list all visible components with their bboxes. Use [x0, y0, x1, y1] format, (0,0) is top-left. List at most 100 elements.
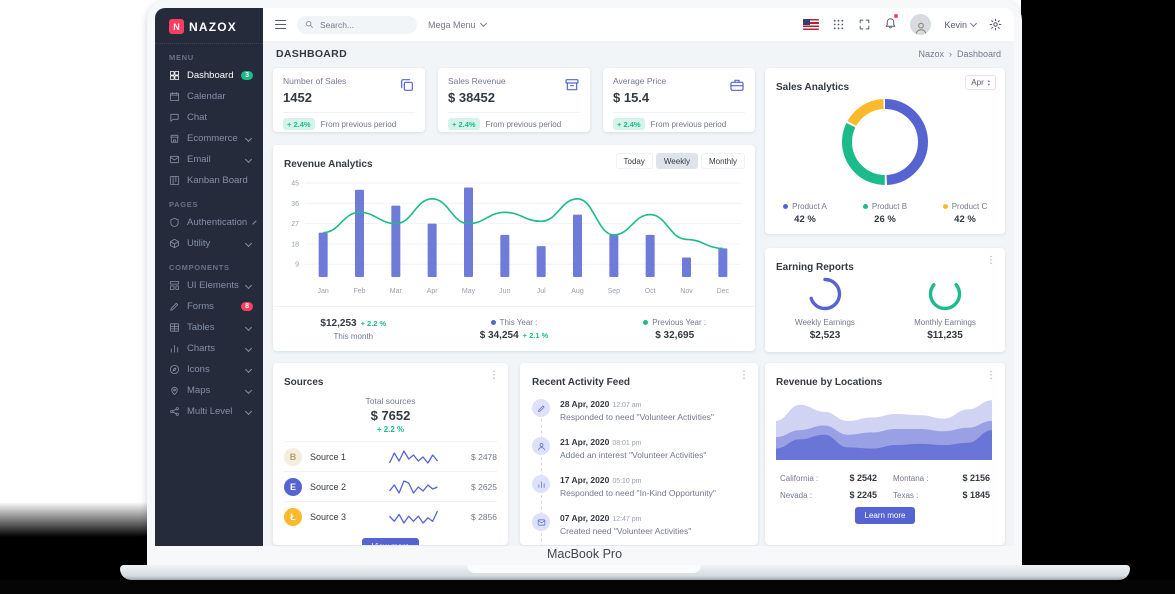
location-stat-california-: California :$ 2542 — [780, 473, 877, 483]
revenue-summary-item: $12,253+ 2.2 %This month — [273, 307, 434, 351]
background-bottom-shadow — [0, 580, 1175, 594]
stat-card-note: From previous period — [651, 120, 727, 129]
source-row-source-2[interactable]: ESource 2$ 2625 — [284, 471, 497, 501]
activity-time: 08:01 pm — [612, 440, 641, 447]
legend-label: Product C — [952, 202, 988, 211]
utility-box-icon — [169, 238, 180, 249]
svg-text:Sep: Sep — [608, 288, 621, 295]
sidebar-item-ui-elements[interactable]: UI Elements — [155, 275, 263, 296]
sidebar-item-utility[interactable]: Utility — [155, 233, 263, 254]
sidebar-item-calendar[interactable]: Calendar — [155, 86, 263, 107]
svg-text:Dec: Dec — [717, 288, 730, 295]
chevron-down-icon — [245, 366, 252, 373]
recent-activity-card: Recent Activity Feed 28 Apr, 202012:07 a… — [520, 363, 758, 545]
multi-level-share-icon — [169, 406, 180, 417]
range-button-weekly[interactable]: Weekly — [656, 153, 698, 169]
stat-card-footer: + 2.4%From previous period — [448, 112, 580, 130]
user-avatar[interactable] — [910, 14, 931, 35]
range-button-today[interactable]: Today — [616, 153, 653, 169]
stat-card-value: 1452 — [283, 90, 415, 105]
svg-text:Nov: Nov — [680, 288, 693, 295]
kebab-menu-icon[interactable] — [489, 370, 499, 381]
location-label: California : — [780, 474, 818, 483]
search-input[interactable] — [318, 19, 392, 31]
chevron-down-icon — [479, 20, 486, 27]
top-navbar: Mega Menu Kevin — [263, 8, 1014, 41]
chevron-down-icon — [245, 387, 252, 394]
activity-date: 07 Apr, 202012:47 pm — [560, 513, 746, 523]
apps-grid-icon[interactable] — [832, 18, 845, 31]
activity-time: 12:07 am — [612, 402, 641, 409]
source-row-source-3[interactable]: ŁSource 3$ 2856 — [284, 501, 497, 531]
brand-logo[interactable]: N NAZOX — [155, 8, 263, 44]
svg-text:Jan: Jan — [318, 288, 329, 295]
source-amount: $ 2625 — [471, 482, 497, 492]
kebab-menu-icon[interactable] — [986, 255, 996, 266]
sidebar-item-kanban-board[interactable]: Kanban Board — [155, 170, 263, 191]
revenue-analytics-chart: 453627189JanFebMarAprMayJunJulAugSepOctN… — [279, 173, 749, 307]
stat-card-delta-badge: + 2.4% — [283, 118, 315, 130]
kebab-menu-icon[interactable] — [739, 370, 749, 381]
sidebar-item-icons[interactable]: Icons — [155, 359, 263, 380]
svg-text:45: 45 — [291, 181, 299, 188]
mega-menu-button[interactable]: Mega Menu — [428, 20, 486, 30]
breadcrumb-root[interactable]: Nazox — [918, 49, 944, 59]
activity-feed-item[interactable]: 28 Apr, 202012:07 amResponded to need "V… — [532, 399, 746, 437]
activity-feed-item[interactable]: 07 Apr, 202012:47 pmCreated need "Volunt… — [532, 513, 746, 545]
email-icon — [169, 154, 180, 165]
activity-date: 28 Apr, 202012:07 am — [560, 399, 746, 409]
sidebar-item-forms[interactable]: Forms8 — [155, 296, 263, 317]
language-flag-icon[interactable] — [803, 19, 819, 30]
source-amount: $ 2856 — [471, 512, 497, 522]
card-title: Revenue by Locations — [776, 377, 882, 388]
chevron-down-icon — [970, 20, 977, 27]
stat-card-number-of-sales: Number of Sales1452+ 2.4%From previous p… — [273, 68, 425, 132]
sidebar-item-multi-level[interactable]: Multi Level — [155, 401, 263, 422]
legend-label: Product B — [872, 202, 907, 211]
view-more-button[interactable]: View more — [362, 538, 420, 545]
earning-value: $2,523 — [810, 330, 841, 341]
user-menu[interactable]: Kevin — [944, 20, 976, 30]
fullscreen-icon[interactable] — [858, 18, 871, 31]
notifications-bell-icon[interactable] — [884, 16, 897, 34]
source-row-source-1[interactable]: BSource 1$ 2478 — [284, 441, 497, 471]
page-header: DASHBOARD Nazox › Dashboard — [263, 41, 1014, 67]
hamburger-menu-icon[interactable] — [275, 20, 286, 30]
sidebar-section-label: COMPONENTS — [155, 254, 263, 275]
activity-feed-item[interactable]: 21 Apr, 202008:01 pmAdded an interest "V… — [532, 437, 746, 475]
sidebar-item-dashboard[interactable]: Dashboard3 — [155, 65, 263, 86]
learn-more-button[interactable]: Learn more — [855, 507, 916, 524]
sidebar-item-authentication[interactable]: Authentication — [155, 212, 263, 233]
location-label: Nevada : — [780, 491, 812, 500]
total-sources-delta: + 2.2 % — [284, 425, 497, 434]
avatar-silhouette-icon — [914, 21, 928, 35]
stat-card-delta-badge: + 2.4% — [448, 118, 480, 130]
radial-progress-chart — [927, 276, 963, 312]
summary-label: This month — [334, 332, 374, 341]
search-box[interactable] — [297, 16, 417, 34]
sidebar-item-maps[interactable]: Maps — [155, 380, 263, 401]
range-button-monthly[interactable]: Monthly — [701, 153, 745, 169]
kanban-icon — [169, 175, 180, 186]
sidebar-item-charts[interactable]: Charts — [155, 338, 263, 359]
activity-feed-item[interactable]: 17 Apr, 202005:10 pmResponded to need "I… — [532, 475, 746, 513]
source-amount: $ 2478 — [471, 452, 497, 462]
chevron-down-icon — [245, 282, 252, 289]
stat-card-footer: + 2.4%From previous period — [613, 112, 745, 130]
total-sources-value: $ 7652 — [284, 408, 497, 423]
sidebar-item-email[interactable]: Email — [155, 149, 263, 170]
settings-gear-icon[interactable] — [989, 18, 1002, 31]
kebab-menu-icon[interactable] — [986, 370, 996, 381]
sidebar-item-chat[interactable]: Chat — [155, 107, 263, 128]
summary-value: $ 34,254 — [480, 330, 519, 341]
month-select[interactable]: Apr — [965, 75, 996, 90]
locations-stats: California :$ 2542Montana :$ 2156Nevada … — [776, 473, 994, 500]
svg-text:Apr: Apr — [427, 288, 439, 295]
stat-card-footer: + 2.4%From previous period — [283, 112, 415, 130]
summary-label: This Year : — [500, 318, 538, 327]
legend-dot-icon — [491, 320, 496, 325]
sidebar-item-tables[interactable]: Tables — [155, 317, 263, 338]
svg-text:May: May — [462, 288, 476, 295]
sidebar-item-ecommerce[interactable]: Ecommerce — [155, 128, 263, 149]
coin-ethereum-icon: E — [284, 478, 302, 496]
